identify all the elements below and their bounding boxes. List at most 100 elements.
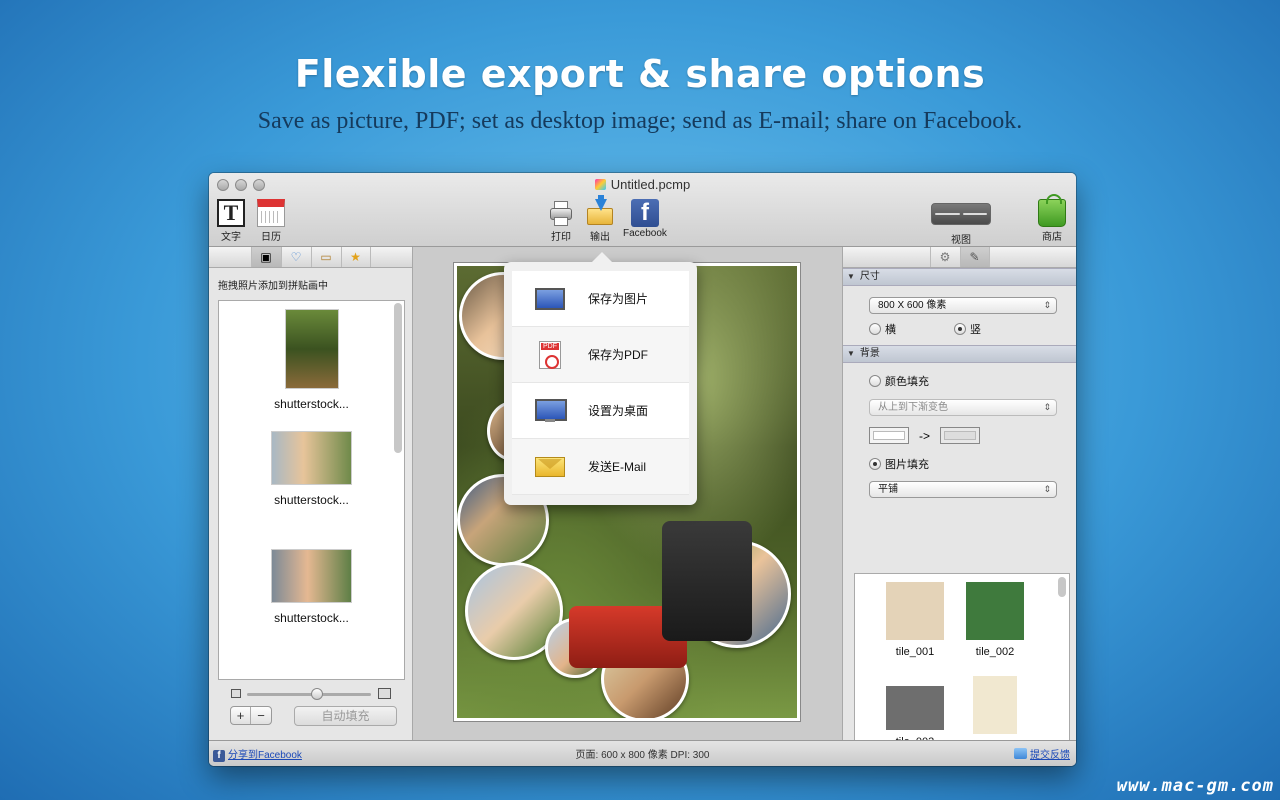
export-button[interactable]: 输出 [586,195,614,243]
tile-name: tile_001 [895,646,935,658]
tile-swatch [973,676,1017,734]
feedback-icon [1014,748,1027,759]
print-button[interactable]: 打印 [547,199,575,243]
start-color-well[interactable] [869,427,909,444]
slider-track[interactable] [247,693,371,696]
landscape-radio[interactable]: 横 [869,321,896,337]
thumbnail-size-slider[interactable] [231,688,391,700]
tile-mode-select[interactable]: 平铺 [869,481,1057,498]
photo-item[interactable]: shutterstock... [219,419,404,537]
small-thumb-icon [231,689,241,698]
remove-photo-button[interactable]: − [251,707,271,724]
save-as-pdf-label: 保存为PDF [588,348,649,362]
canvas-size-select[interactable]: 800 X 600 像素 [869,297,1057,314]
set-as-desktop-label: 设置为桌面 [588,404,649,418]
inspector-panel: ⚙ ✎ 尺寸 800 X 600 像素 横 竖 背景 颜色填充 从上到下渐变色 … [842,247,1076,766]
portrait-radio[interactable]: 竖 [954,321,981,337]
suitcase-graphic [662,521,752,641]
document-icon [594,179,606,190]
calendar-icon [257,199,285,227]
feedback-link[interactable]: 提交反馈 [1014,746,1070,761]
large-thumb-icon [378,688,391,699]
save-as-pdf-item[interactable]: 保存为PDF [512,327,689,383]
photo-list-scrollbar[interactable] [394,303,402,453]
gradient-direction-select[interactable]: 从上到下渐变色 [869,399,1057,416]
desktop-icon [535,398,567,423]
page-info: 页面: 600 x 800 像素 DPI: 300 [575,750,710,761]
autofill-button[interactable]: 自动填充 [294,706,397,726]
export-label: 输出 [590,232,610,243]
image-fill-label: 图片填充 [885,459,929,471]
save-as-picture-item[interactable]: 保存为图片 [512,271,689,327]
status-bar: f 分享到Facebook 页面: 600 x 800 像素 DPI: 300 提… [209,740,1076,766]
settings-gear-icon[interactable]: ⚙ [929,247,960,267]
size-section-header[interactable]: 尺寸 [843,268,1076,286]
site-watermark: www.mac-gm.com [1116,776,1274,796]
calendar-tool-button[interactable]: 日历 [257,199,285,243]
view-label: 视图 [951,235,971,246]
background-tile-grid[interactable]: tile_001 tile_002 tile_003 tile_004 [854,573,1070,766]
window-title-text: Untitled.pcmp [610,177,691,192]
frame-icon[interactable]: ▭ [310,247,341,267]
left-panel-tabs: ▣ ♡ ▭ ★ [209,247,412,268]
tile-swatch [886,582,944,640]
tile-swatch [966,582,1024,640]
text-tool-button[interactable]: T 文字 [217,199,245,243]
view-mode-icon [931,203,991,225]
photo-thumbnail [284,309,339,389]
export-menu: 保存为图片 保存为PDF 设置为桌面 发送E-Mail [504,252,697,505]
photo-icon[interactable]: ▣ [250,247,281,267]
photo-item[interactable]: shutterstock... [219,301,404,419]
tile-grid-scrollbar[interactable] [1058,577,1066,597]
facebook-button[interactable]: f Facebook [623,199,667,239]
photo-name: shutterstock... [274,493,349,507]
set-as-desktop-item[interactable]: 设置为桌面 [512,383,689,439]
picture-icon [535,287,565,310]
pdf-icon [539,340,561,369]
shopping-bag-icon [1038,194,1066,227]
view-toggle-button[interactable]: 视图 [931,199,991,246]
photo-name: shutterstock... [274,611,349,625]
text-icon: T [217,199,245,227]
tile-item[interactable]: tile_003 [886,680,944,748]
facebook-label: Facebook [623,228,667,239]
promo-headline: Flexible export & share options [294,52,986,96]
drag-hint-text: 拖拽照片添加到拼贴画中 [218,281,328,292]
print-label: 打印 [551,232,571,243]
store-label: 商店 [1042,232,1062,243]
add-photo-button[interactable]: + [231,707,251,724]
feedback-text: 提交反馈 [1030,750,1070,761]
photo-browser-panel: ▣ ♡ ▭ ★ 拖拽照片添加到拼贴画中 shutterstock... shut… [209,247,413,740]
calendar-tool-label: 日历 [261,232,281,243]
inspector-tabs: ⚙ ✎ [843,247,1076,268]
printer-icon [547,199,575,227]
heart-icon[interactable]: ♡ [280,247,311,267]
color-fill-radio[interactable]: 颜色填充 [869,373,929,389]
tile-item[interactable]: tile_002 [966,582,1024,658]
background-section-header[interactable]: 背景 [843,345,1076,363]
text-tool-label: 文字 [221,232,241,243]
image-fill-radio[interactable]: 图片填充 [869,456,929,472]
tile-swatch [886,686,944,730]
window-title: Untitled.pcmp [209,177,1076,192]
export-icon [586,195,614,227]
end-color-well[interactable] [940,427,981,444]
photo-thumbnail [271,549,352,603]
landscape-label: 横 [885,324,896,336]
send-email-item[interactable]: 发送E-Mail [512,439,689,495]
gradient-arrow: -> [919,428,931,443]
save-as-picture-label: 保存为图片 [588,292,649,306]
photo-item[interactable]: shutterstock... [219,537,404,655]
store-button[interactable]: 商店 [1038,194,1066,243]
slider-knob[interactable] [311,688,323,700]
toolbar: Untitled.pcmp T 文字 日历 打印 输出 f Facebook 视… [209,173,1076,247]
portrait-label: 竖 [970,324,981,336]
photo-thumbnail [271,431,352,485]
mail-icon [535,456,565,477]
tile-item[interactable]: tile_001 [886,582,944,658]
photo-list[interactable]: shutterstock... shutterstock... shutters… [218,300,405,680]
edit-icon[interactable]: ✎ [959,247,990,267]
star-icon[interactable]: ★ [340,247,371,267]
tile-name: tile_002 [975,646,1015,658]
add-remove-buttons: + − [230,706,272,725]
